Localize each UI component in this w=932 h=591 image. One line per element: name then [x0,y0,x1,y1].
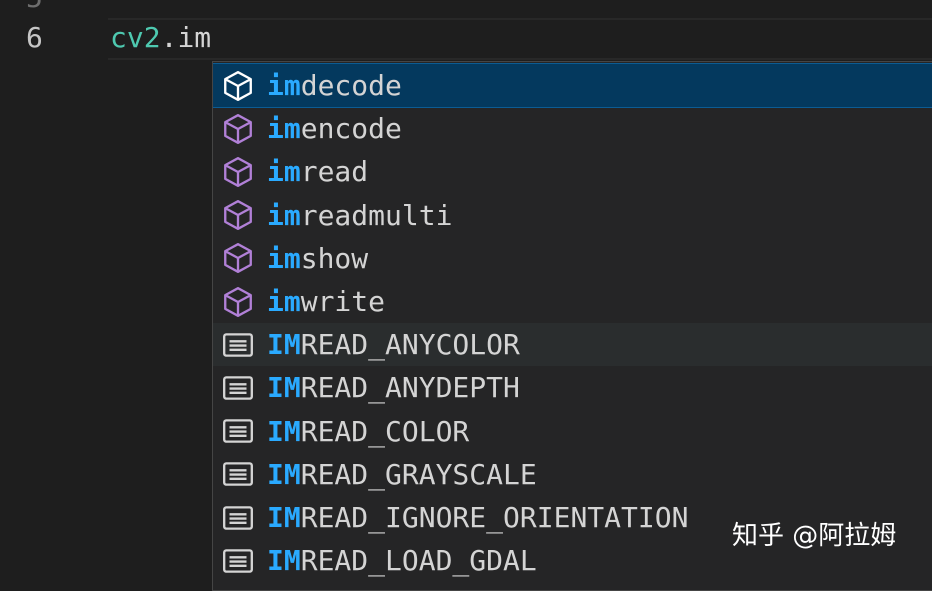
suggestion-rest: READ_GRAYSCALE [300,457,537,491]
suggestion-item[interactable]: imread [213,150,932,193]
suggestion-rest: READ_ANYDEPTH [300,371,520,405]
code-line[interactable]: cv2.im [110,18,211,58]
suggestion-match-highlight: im [267,241,301,275]
suggestion-item[interactable]: imreadmulti [213,194,932,237]
cube-icon [221,69,255,103]
cube-icon [221,112,255,146]
suggestion-match-highlight: IM [267,371,301,405]
suggestion-match-highlight: im [267,155,301,189]
enum-member-icon [221,457,255,491]
suggestion-item[interactable]: IMREAD_COLOR [213,410,932,453]
suggestion-match-highlight: im [267,112,301,146]
suggestion-rest: READ_COLOR [300,414,470,448]
code-module: cv2 [110,21,161,54]
suggestion-match-highlight: IM [267,501,301,534]
suggestion-label: imwrite [267,280,385,323]
enum-member-icon [221,544,255,578]
enum-member-icon [221,371,255,405]
suggestion-rest: READ_LOAD_GDAL [300,544,537,578]
suggestion-match-highlight: im [267,198,301,232]
suggestion-item[interactable]: imwrite [213,280,932,323]
suggestion-label: IMREAD_GRAYSCALE [267,453,537,496]
suggestion-label: imread [267,150,368,193]
suggestion-match-highlight: im [267,69,301,102]
watermark: 知乎 @阿拉姆 [732,521,897,551]
suggestion-match-highlight: im [267,285,301,318]
suggestion-match-highlight: IM [267,328,301,362]
cube-icon [221,155,255,189]
cube-icon [221,198,255,232]
cube-icon [221,241,255,275]
suggestion-match-highlight: IM [267,457,301,491]
enum-member-icon [221,414,255,448]
suggestion-label: imdecode [267,64,402,107]
suggestion-label: IMREAD_COLOR [267,410,469,453]
suggestion-item[interactable]: IMREAD_GRAYSCALE [213,453,932,496]
line-number-prev: 5 [26,0,50,18]
code-typed-text: im [177,21,212,54]
suggestion-label: imreadmulti [267,194,452,237]
current-line-highlight [108,18,932,60]
suggestion-rest: write [300,285,386,318]
cube-icon [221,285,255,319]
line-number: 6 [26,21,43,54]
suggestion-label: IMREAD_ANYDEPTH [267,366,520,409]
suggestion-rest: READ_IGNORE_ORIENTATION [300,501,689,534]
suggestion-match-highlight: IM [267,414,301,448]
suggestion-item[interactable]: IMREAD_ANYCOLOR [213,323,932,367]
suggestion-item[interactable]: imdecode [213,63,932,108]
enum-member-icon [221,328,255,362]
suggest-widget[interactable]: imdecode imencode imread imreadmulti imshow i… [212,61,932,591]
suggestion-match-highlight: IM [267,544,301,578]
code-dot: . [160,21,178,54]
suggestion-item[interactable]: imshow [213,237,932,280]
suggestion-label: IMREAD_IGNORE_ORIENTATION [267,496,688,539]
suggestion-rest: decode [300,69,402,102]
suggestion-rest: show [300,241,369,275]
enum-member-icon [221,501,255,535]
suggestion-rest: READ_ANYCOLOR [300,328,520,362]
suggestion-rest: readmulti [300,198,453,232]
suggestion-label: imencode [267,107,402,150]
suggestion-label: imshow [267,237,368,280]
suggestion-rest: read [300,155,369,189]
suggestion-label: IMREAD_ANYCOLOR [267,323,520,366]
suggestion-item[interactable]: IMREAD_ANYDEPTH [213,366,932,409]
suggestion-rest: encode [300,112,402,146]
suggestion-item[interactable]: imencode [213,107,932,150]
